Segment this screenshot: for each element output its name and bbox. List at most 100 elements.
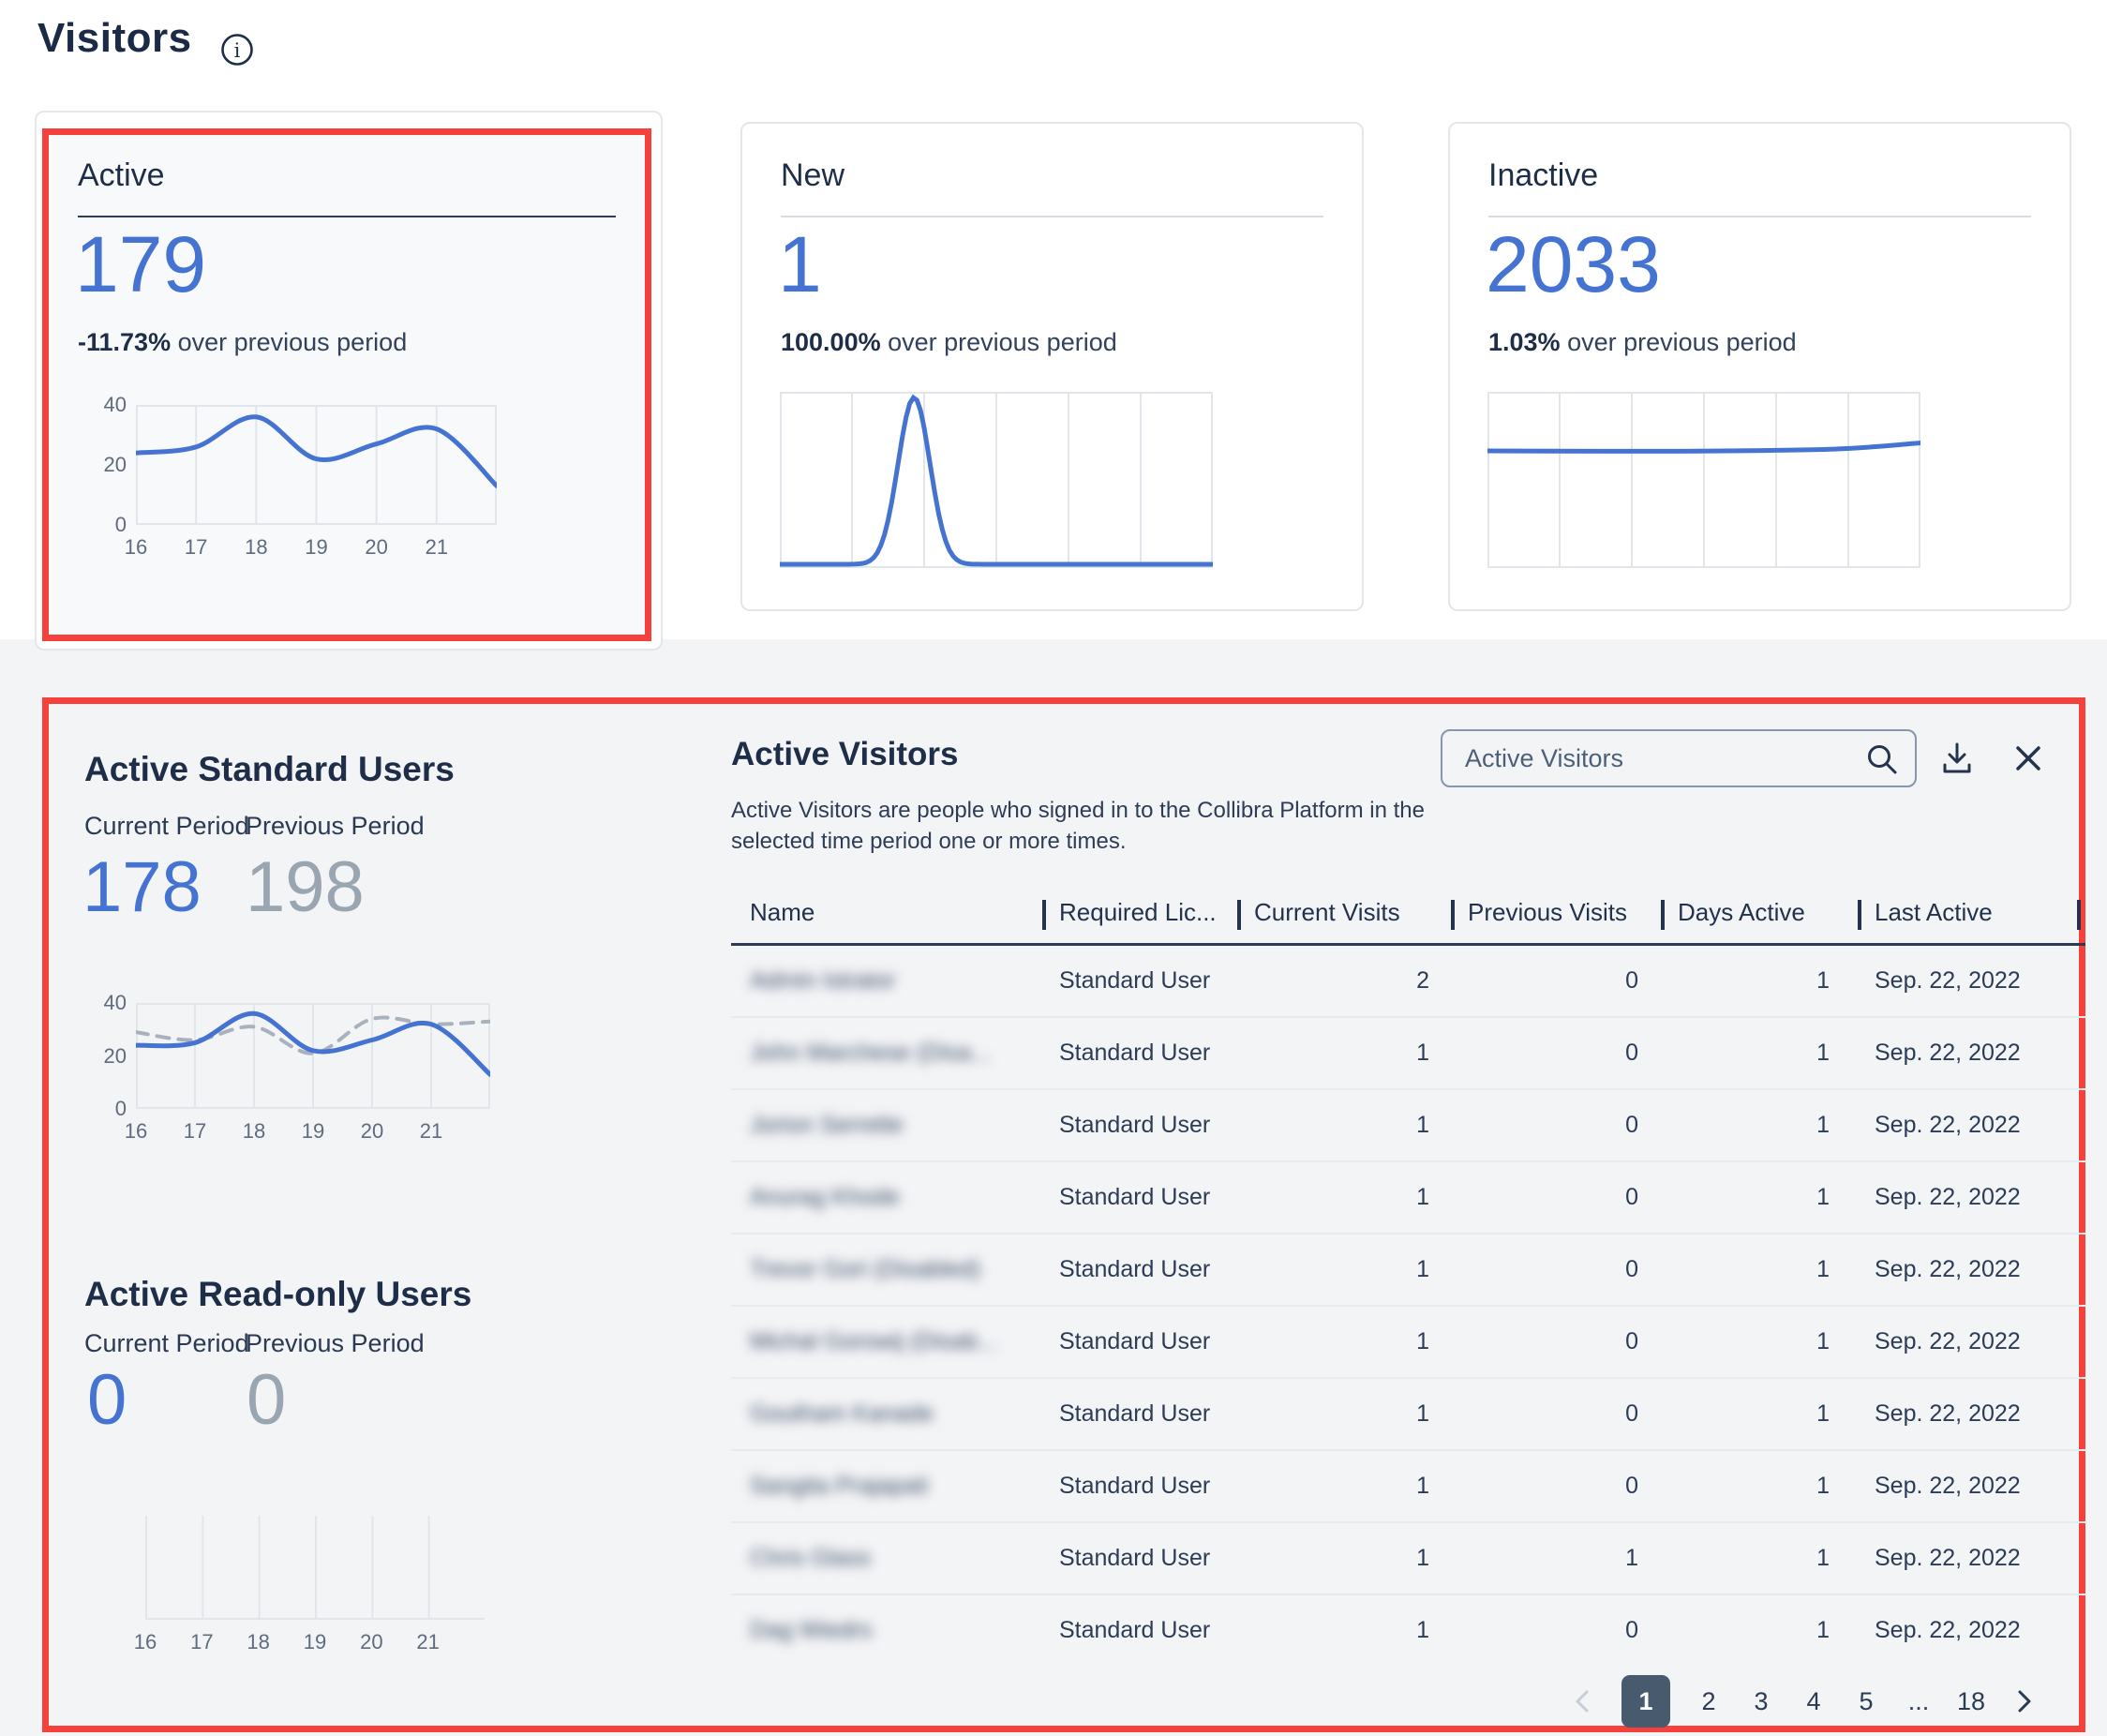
page-prev-button[interactable]	[1569, 1686, 1597, 1716]
cell-previous-visits: 1	[1468, 1523, 1638, 1594]
col-last-active[interactable]: Last Active	[1875, 898, 1993, 927]
table-row[interactable]: Jorion SerretteStandard User101Sep. 22, …	[731, 1090, 2085, 1162]
axis-label: 20	[80, 1043, 127, 1070]
previous-period-label: Previous Period	[246, 812, 425, 841]
search-icon[interactable]	[1865, 742, 1899, 781]
table-row[interactable]: Trevor Gori (Disabled)Standard User101Se…	[731, 1235, 2085, 1307]
cell-name: Jorion Serrette	[750, 1090, 904, 1160]
cell-name: Dag Wiedrs	[750, 1595, 873, 1666]
close-icon[interactable]	[2010, 740, 2047, 782]
card-value: 179	[75, 225, 206, 304]
active-visitors-description: Active Visitors are people who signed in…	[731, 795, 1425, 857]
page-button[interactable]: 2	[1695, 1687, 1723, 1716]
cell-days-active: 1	[1678, 1523, 1830, 1594]
cell-last-active: Sep. 22, 2022	[1875, 1235, 2021, 1305]
cell-current-visits: 1	[1254, 1235, 1429, 1305]
page-button[interactable]: 3	[1747, 1687, 1775, 1716]
cell-days-active: 1	[1678, 1162, 1830, 1233]
card-new[interactable]: New 1 100.00% over previous period	[740, 122, 1364, 611]
cell-license: Standard User	[1059, 1451, 1210, 1521]
card-inactive[interactable]: Inactive 2033 1.03% over previous period	[1448, 122, 2071, 611]
axis-label: 20	[80, 452, 127, 478]
readonly-users-chart	[145, 1516, 485, 1620]
cell-name: Sangita Prajapati	[750, 1451, 928, 1521]
axis-label: 20	[351, 1118, 393, 1145]
card-change: 100.00% over previous period	[781, 328, 1117, 357]
inactive-trend-chart	[1487, 392, 1920, 568]
cell-last-active: Sep. 22, 2022	[1875, 1018, 2021, 1088]
page-button[interactable]: 4	[1800, 1687, 1828, 1716]
cell-previous-visits: 0	[1468, 1018, 1638, 1088]
table-row[interactable]: Admin IstratorStandard User201Sep. 22, 2…	[731, 946, 2085, 1018]
axis-label: 17	[175, 534, 217, 561]
page-button[interactable]: 18	[1957, 1687, 1985, 1716]
info-icon[interactable]: i	[219, 32, 255, 67]
col-current-visits[interactable]: Current Visits	[1254, 898, 1400, 927]
col-previous-visits[interactable]: Previous Visits	[1468, 898, 1627, 927]
page-button[interactable]: 5	[1852, 1687, 1880, 1716]
card-value: 2033	[1486, 225, 1661, 304]
axis-label: 18	[233, 1118, 275, 1145]
active-trend-chart	[136, 405, 497, 525]
page-next-button[interactable]	[2010, 1686, 2038, 1716]
inactive-trend-svg	[1487, 392, 1920, 568]
col-days-active[interactable]: Days Active	[1678, 898, 1805, 927]
axis-label: 18	[238, 1629, 279, 1655]
table-body: Admin IstratorStandard User201Sep. 22, 2…	[731, 946, 2085, 1666]
table-row[interactable]: Anurag KhodeStandard User101Sep. 22, 202…	[731, 1162, 2085, 1235]
active-trend-svg	[136, 405, 497, 525]
cell-current-visits: 2	[1254, 946, 1429, 1016]
cell-name: Admin Istrator	[750, 946, 896, 1016]
cell-current-visits: 1	[1254, 1162, 1429, 1233]
cell-current-visits: 1	[1254, 1090, 1429, 1160]
search-input[interactable]	[1441, 729, 1917, 787]
col-required-license[interactable]: Required Lic...	[1059, 898, 1217, 927]
card-divider	[1488, 216, 2031, 217]
page-button[interactable]: 1	[1621, 1675, 1670, 1728]
axis-label: 40	[80, 990, 127, 1016]
cell-previous-visits: 0	[1468, 1235, 1638, 1305]
axis-label: 18	[235, 534, 276, 561]
visitors-table: Name Required Lic... Current Visits Prev…	[731, 887, 2085, 1666]
axis-label: 20	[356, 534, 397, 561]
table-row[interactable]: Goutham KanadeStandard User101Sep. 22, 2…	[731, 1379, 2085, 1451]
cell-name: Trevor Gori (Disabled)	[750, 1235, 980, 1305]
cell-name: Chris Glass	[750, 1523, 871, 1594]
cell-current-visits: 1	[1254, 1595, 1429, 1666]
card-title: New	[781, 157, 844, 194]
card-title: Active	[78, 157, 165, 194]
cell-days-active: 1	[1678, 1307, 1830, 1377]
axis-label: 19	[294, 1629, 336, 1655]
new-trend-chart	[780, 392, 1213, 568]
download-icon[interactable]	[1938, 740, 1976, 782]
table-row[interactable]: John Marchese (Disa...Standard User101Se…	[731, 1018, 2085, 1090]
card-active[interactable]: Active 179 -11.73% over previous period …	[42, 128, 651, 641]
col-name[interactable]: Name	[750, 898, 814, 927]
axis-label: 19	[296, 534, 337, 561]
cell-name: Michal Gorowij (Disab...	[750, 1307, 997, 1377]
cell-license: Standard User	[1059, 1523, 1210, 1594]
table-row[interactable]: Sangita PrajapatiStandard User101Sep. 22…	[731, 1451, 2085, 1523]
table-row[interactable]: Dag WiedrsStandard User101Sep. 22, 2022	[731, 1595, 2085, 1666]
cell-current-visits: 1	[1254, 1307, 1429, 1377]
standard-previous-value: 198	[246, 852, 365, 923]
column-separator	[2077, 900, 2081, 930]
table-row[interactable]: Chris GlassStandard User111Sep. 22, 2022	[731, 1523, 2085, 1595]
cell-name: Anurag Khode	[750, 1162, 900, 1233]
current-period-label: Current Period	[84, 812, 249, 841]
cell-last-active: Sep. 22, 2022	[1875, 946, 2021, 1016]
current-period-label: Current Period	[84, 1329, 249, 1358]
axis-label: 16	[125, 1629, 166, 1655]
cell-days-active: 1	[1678, 1451, 1830, 1521]
column-separator	[1451, 900, 1455, 930]
card-divider	[781, 216, 1323, 217]
cell-days-active: 1	[1678, 1018, 1830, 1088]
cell-days-active: 1	[1678, 1090, 1830, 1160]
cell-last-active: Sep. 22, 2022	[1875, 1523, 2021, 1594]
cell-previous-visits: 0	[1468, 946, 1638, 1016]
axis-label: 40	[80, 392, 127, 418]
active-visitors-title: Active Visitors	[731, 736, 959, 773]
column-separator	[1858, 900, 1861, 930]
table-row[interactable]: Michal Gorowij (Disab...Standard User101…	[731, 1307, 2085, 1379]
cell-days-active: 1	[1678, 1595, 1830, 1666]
